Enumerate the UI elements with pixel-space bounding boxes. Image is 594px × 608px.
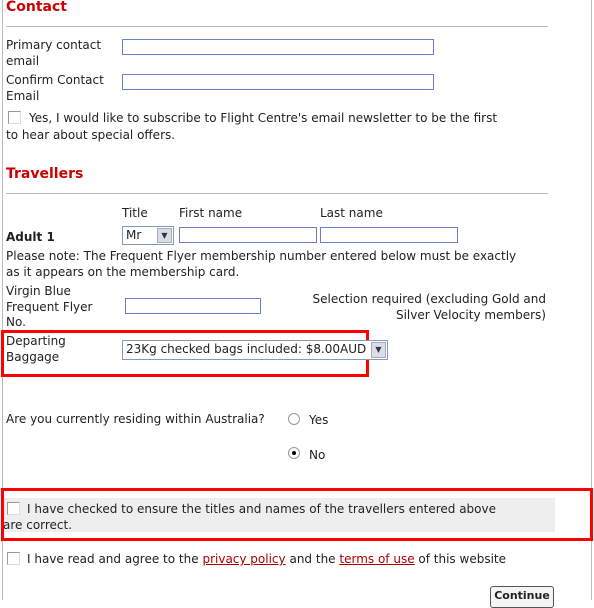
title-column-header: Title bbox=[122, 206, 148, 220]
ff-hint: Selection required (excluding Gold and Si… bbox=[312, 292, 546, 322]
residency-no-radio[interactable] bbox=[288, 447, 300, 459]
newsletter-label-cont: to hear about special offers. bbox=[6, 128, 176, 142]
residency-question: Are you currently residing within Austra… bbox=[6, 412, 265, 426]
newsletter-checkbox[interactable] bbox=[8, 111, 21, 124]
privacy-policy-link[interactable]: privacy policy bbox=[202, 552, 285, 566]
agree-label: I have read and agree to the privacy pol… bbox=[27, 552, 506, 566]
chevron-down-icon: ▼ bbox=[371, 342, 386, 358]
travellers-heading: Travellers bbox=[6, 166, 84, 182]
first-name-input[interactable] bbox=[179, 227, 317, 243]
adult-1-label: Adult 1 bbox=[6, 230, 55, 244]
primary-email-label: Primary contact email bbox=[6, 38, 102, 68]
contact-heading: Contact bbox=[6, 0, 67, 15]
confirm-email-input[interactable] bbox=[122, 74, 434, 90]
title-select-value: Mr bbox=[126, 228, 142, 242]
title-select[interactable]: Mr ▼ bbox=[122, 226, 174, 245]
ff-note: Please note: The Frequent Flyer membersh… bbox=[6, 249, 517, 279]
divider bbox=[6, 193, 548, 194]
residency-yes-radio[interactable] bbox=[288, 413, 300, 425]
continue-button[interactable]: Continue bbox=[490, 586, 554, 608]
ff-label: Virgin Blue Frequent Flyer No. bbox=[6, 284, 93, 329]
baggage-select[interactable]: 23Kg checked bags included: $8.00AUD ▼ bbox=[122, 340, 388, 360]
terms-of-use-link[interactable]: terms of use bbox=[339, 552, 414, 566]
divider bbox=[6, 26, 548, 27]
residency-yes-label: Yes bbox=[309, 413, 329, 427]
names-confirm-label: I have checked to ensure the titles and … bbox=[27, 502, 497, 516]
newsletter-label: Yes, I would like to subscribe to Flight… bbox=[29, 111, 498, 125]
names-confirm-checkbox[interactable] bbox=[7, 502, 20, 515]
last-name-column-header: Last name bbox=[320, 206, 383, 220]
baggage-select-value: 23Kg checked bags included: $8.00AUD bbox=[126, 342, 367, 356]
residency-no-label: No bbox=[309, 448, 326, 462]
primary-email-input[interactable] bbox=[122, 39, 434, 55]
confirm-email-label: Confirm Contact Email bbox=[6, 73, 104, 103]
baggage-label: Departing Baggage bbox=[6, 334, 66, 364]
chevron-down-icon: ▼ bbox=[157, 228, 172, 243]
first-name-column-header: First name bbox=[179, 206, 243, 220]
names-confirm-label-cont: are correct. bbox=[3, 518, 73, 532]
agree-checkbox[interactable] bbox=[7, 552, 20, 565]
frequent-flyer-input[interactable] bbox=[125, 298, 261, 314]
last-name-input[interactable] bbox=[320, 227, 458, 243]
